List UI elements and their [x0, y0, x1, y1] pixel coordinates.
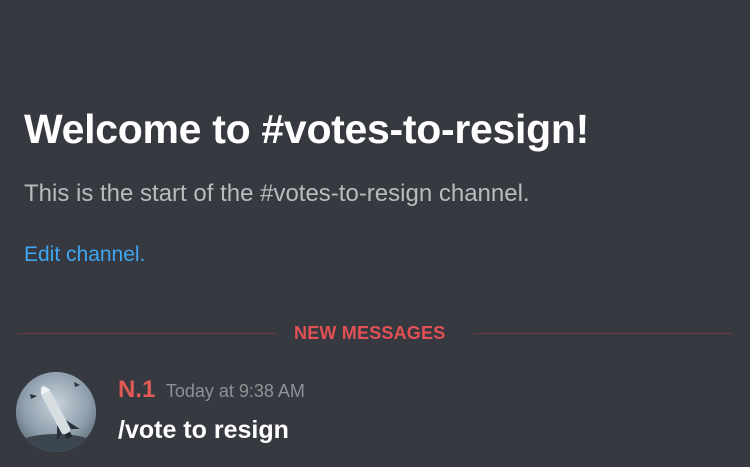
- edit-channel-link[interactable]: Edit channel.: [24, 243, 145, 267]
- message-username[interactable]: N.1: [118, 376, 155, 403]
- message-content: /vote to resign: [118, 416, 289, 444]
- message-header: N.1 Today at 9:38 AM: [118, 376, 305, 404]
- new-messages-label: NEW MESSAGES: [294, 323, 446, 343]
- divider-line-right: [474, 333, 732, 334]
- message-timestamp: Today at 9:38 AM: [165, 381, 305, 401]
- channel-welcome-title: Welcome to #votes-to-resign!: [24, 106, 589, 152]
- divider-line-left: [18, 333, 276, 334]
- rocket-avatar-icon: [16, 372, 96, 452]
- chat-area: Welcome to #votes-to-resign! This is the…: [0, 0, 750, 467]
- channel-welcome-description: This is the start of the #votes-to-resig…: [24, 180, 530, 207]
- user-avatar[interactable]: [16, 372, 96, 452]
- new-messages-divider: NEW MESSAGES: [18, 323, 732, 343]
